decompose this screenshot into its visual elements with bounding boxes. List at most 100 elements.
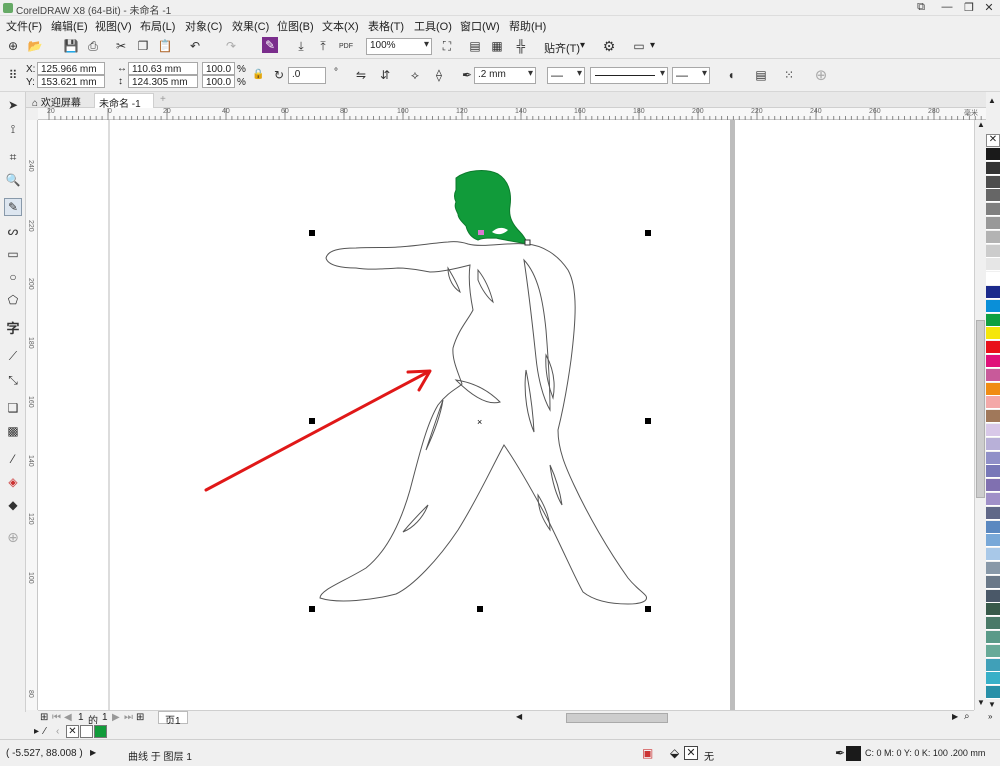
boundary-icon[interactable]: ⁙ (780, 66, 798, 84)
show-rulers-icon[interactable]: ▤ (466, 37, 484, 55)
show-grid-icon[interactable]: ▦ (488, 37, 506, 55)
tab-untitled-document[interactable]: 未命名 -1 (94, 93, 154, 110)
paste-icon[interactable]: 📋 (156, 37, 174, 55)
palette-swatch[interactable] (986, 272, 1000, 286)
palette-swatch[interactable] (986, 548, 1000, 562)
height-input[interactable]: 124.305 mm (128, 75, 198, 88)
rotation-input[interactable]: .0 (288, 67, 326, 84)
palette-swatch[interactable] (986, 203, 1000, 217)
palette-swatch[interactable] (986, 562, 1000, 575)
mirror-vertical-icon[interactable]: ⇵ (376, 66, 394, 84)
menu-text[interactable]: 文本(X) (322, 18, 359, 34)
selection-handle-bottom-center[interactable] (477, 606, 483, 612)
freehand-tool-icon[interactable]: ✎ (4, 198, 22, 216)
options-gear-icon[interactable]: ⚙ (600, 37, 618, 55)
quick-trace-icon[interactable]: ⟡ (406, 66, 424, 84)
menu-edit[interactable]: 编辑(E) (51, 18, 88, 34)
palette-swatch[interactable] (986, 175, 1000, 189)
hscroll-left-icon[interactable]: ◀ (516, 712, 522, 721)
palette-swatch[interactable] (986, 286, 1000, 299)
drop-shadow-tool-icon[interactable]: ❑ (4, 399, 22, 417)
hscroll-right-icon[interactable]: ▶ (952, 712, 958, 721)
palette-swatch[interactable] (986, 161, 1000, 175)
status-arrow-icon[interactable]: ▶ (90, 748, 96, 757)
redo-icon[interactable]: ↷ (222, 37, 240, 55)
add-page-end-icon[interactable]: ⊞ (136, 712, 144, 723)
snap-chevron-down-icon[interactable]: ▾ (580, 40, 585, 51)
polygon-tool-icon[interactable]: ⬠ (4, 291, 22, 309)
horizontal-ruler[interactable]: 20 0 20 40 60 80 100 120 140 160 180 200… (38, 108, 986, 120)
horizontal-scrollbar-thumb[interactable] (566, 713, 668, 723)
maximize-button[interactable]: ❐ (958, 1, 980, 14)
add-toolbar-icon[interactable]: ⊕ (812, 66, 830, 84)
add-page-icon[interactable]: ⊞ (40, 712, 48, 723)
white-swatch[interactable] (80, 725, 93, 738)
scroll-down-arrow-icon[interactable]: ▼ (977, 698, 985, 707)
palette-swatch[interactable] (986, 451, 1000, 465)
menu-tools[interactable]: 工具(O) (414, 18, 452, 34)
palette-swatch[interactable] (986, 217, 1000, 230)
close-curve-icon[interactable]: ◖ (722, 66, 740, 84)
show-guidelines-icon[interactable]: ╬ (512, 37, 530, 55)
export-icon[interactable]: ⤒ (314, 37, 332, 55)
menu-effects[interactable]: 效果(C) (232, 18, 269, 34)
copy-icon[interactable]: ❐ (134, 37, 152, 55)
open-icon[interactable]: 📂 (26, 37, 44, 55)
palette-scroll-left-icon[interactable]: ‹ (56, 726, 59, 737)
new-document-icon[interactable]: ⊕ (4, 37, 22, 55)
page-tab[interactable]: 页1 (158, 711, 188, 727)
menu-file[interactable]: 文件(F) (6, 18, 42, 34)
launcher-chevron-down-icon[interactable]: ▾ (650, 40, 655, 51)
line-style-select[interactable] (590, 67, 668, 84)
palette-no-color-swatch[interactable]: ✕ (986, 134, 1000, 147)
end-arrowhead-select[interactable]: — (672, 67, 710, 84)
palette-swatch[interactable] (986, 410, 1000, 424)
selection-handle-bottom-left[interactable] (309, 606, 315, 612)
interactive-fill-tool-icon[interactable]: ◈ (4, 473, 22, 491)
palette-swatch[interactable] (986, 327, 1000, 341)
x-position-input[interactable]: 125.966 mm (37, 62, 105, 75)
zoom-level-select[interactable]: 100% (366, 38, 432, 55)
palette-swatch[interactable] (986, 230, 1000, 244)
palette-swatch[interactable] (986, 465, 1000, 479)
palette-swatch[interactable] (986, 341, 1000, 355)
snap-to-dropdown[interactable]: 贴齐(T) (544, 40, 580, 56)
restore-icon[interactable]: ⧉ (910, 1, 932, 14)
rectangle-tool-icon[interactable]: ▭ (4, 245, 22, 263)
palette-swatch[interactable] (986, 534, 1000, 548)
palette-swatch[interactable] (986, 617, 1000, 631)
palette-swatch[interactable] (986, 575, 1000, 589)
close-button[interactable]: ✕ (978, 1, 1000, 14)
eyedropper-icon[interactable]: ⁄ (44, 726, 46, 737)
palette-expand-icon[interactable]: » (988, 712, 992, 721)
menu-help[interactable]: 帮助(H) (509, 18, 546, 34)
palette-swatch[interactable] (986, 631, 1000, 644)
menu-bitmaps[interactable]: 位图(B) (277, 18, 314, 34)
palette-swatch[interactable] (986, 644, 1000, 658)
y-position-input[interactable]: 153.621 mm (37, 75, 105, 88)
transparency-tool-icon[interactable]: ▩ (4, 422, 22, 440)
lock-ratio-icon[interactable]: 🔒 (252, 69, 264, 80)
palette-swatch[interactable] (986, 658, 1000, 672)
scale-x-input[interactable]: 100.0 (202, 62, 235, 75)
pick-tool-icon[interactable]: ➤ (4, 96, 22, 114)
palette-swatch[interactable] (986, 493, 1000, 506)
cut-icon[interactable]: ✂ (112, 37, 130, 55)
reference-point-icon[interactable]: ⠿ (4, 66, 22, 84)
selection-handle-middle-right[interactable] (645, 418, 651, 424)
palette-swatch[interactable] (986, 368, 1000, 382)
last-page-icon[interactable]: ⏭ (124, 712, 133, 723)
palette-swatch[interactable] (986, 506, 1000, 520)
palette-swatch[interactable] (986, 520, 1000, 534)
menu-layout[interactable]: 布局(L) (140, 18, 175, 34)
palette-swatch[interactable] (986, 355, 1000, 368)
scroll-up-arrow-icon[interactable]: ▲ (977, 120, 985, 129)
full-screen-icon[interactable]: ⛶ (438, 37, 456, 55)
palette-swatch[interactable] (986, 299, 1000, 313)
wrap-text-icon[interactable]: ▤ (752, 66, 770, 84)
palette-swatch[interactable] (986, 258, 1000, 272)
text-tool-icon[interactable]: 字 (4, 318, 22, 336)
menu-window[interactable]: 窗口(W) (460, 18, 500, 34)
save-icon[interactable]: 💾 (62, 37, 80, 55)
outline-color-swatch[interactable] (846, 746, 861, 761)
